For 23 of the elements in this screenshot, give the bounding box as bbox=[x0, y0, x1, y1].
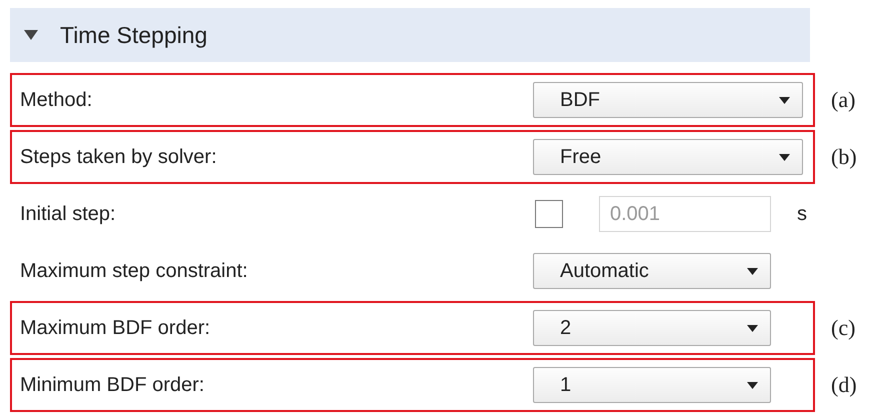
field-label: Steps taken by solver: bbox=[19, 146, 218, 168]
dropdown[interactable]: BDF bbox=[533, 82, 803, 118]
caret-icon bbox=[779, 96, 790, 104]
field-label: Maximum step constraint: bbox=[19, 260, 249, 282]
field-label: Minimum BDF order: bbox=[19, 374, 206, 396]
caret-icon bbox=[747, 268, 758, 274]
collapse-triangle-icon bbox=[24, 30, 38, 40]
field-label: Initial step: bbox=[19, 202, 117, 226]
field-label: Method: bbox=[19, 88, 94, 112]
annotation-label: (c) bbox=[831, 315, 856, 341]
caret-icon bbox=[779, 154, 790, 160]
unit-label: s bbox=[797, 202, 807, 226]
annotation-label: (b) bbox=[831, 144, 857, 170]
dropdown[interactable]: 2 bbox=[533, 310, 771, 346]
dropdown[interactable]: Automatic bbox=[533, 253, 771, 289]
annotation-label: (d) bbox=[831, 372, 857, 398]
dropdown[interactable]: Free bbox=[533, 139, 803, 175]
section-header[interactable]: Time Stepping bbox=[10, 8, 810, 62]
caret-icon bbox=[747, 382, 758, 388]
field-label: Maximum BDF order: bbox=[19, 316, 212, 340]
annotation-label: (a) bbox=[831, 87, 856, 113]
caret-icon bbox=[747, 324, 758, 332]
dropdown[interactable]: 1 bbox=[533, 367, 771, 403]
